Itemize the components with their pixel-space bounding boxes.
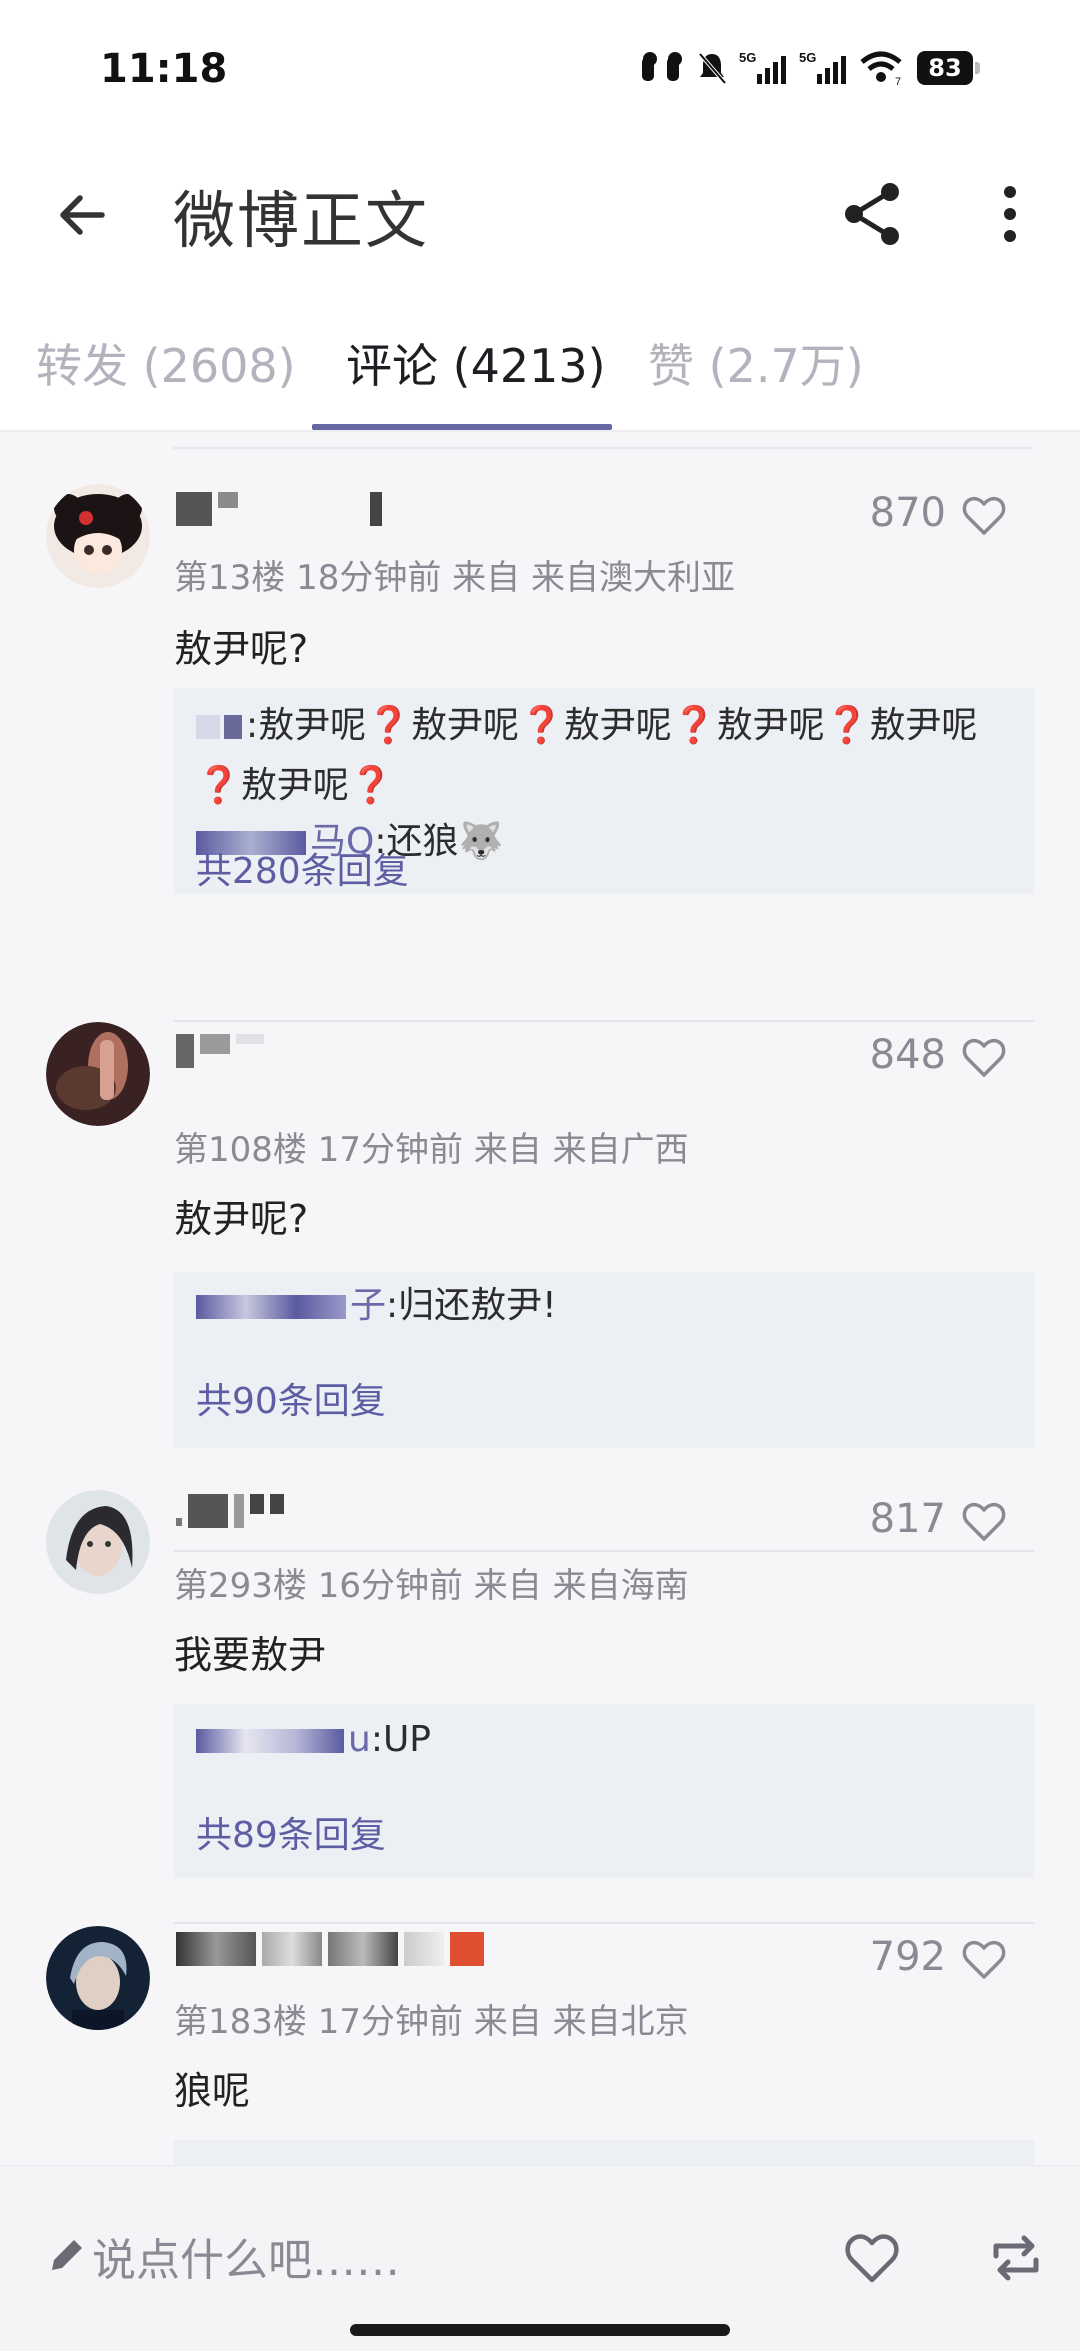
bell-muted-icon [698,52,727,85]
reply-username[interactable]: u [348,1719,371,1760]
post-time: 17分钟前 [317,1130,463,1170]
username-masked[interactable] [176,1932,484,1966]
avatar[interactable] [46,1022,150,1126]
reply-box[interactable]: u:UP 共89条回复 [174,1704,1034,1878]
reply-text: :UP [370,1719,432,1760]
reply-count-link[interactable]: 共280条回复 [196,842,409,894]
like-count: 848 [869,1032,946,1078]
svg-text:7: 7 [895,76,901,86]
location: 来自广西 [552,1130,689,1170]
comment-text: 狼呢 [174,2069,251,2113]
pencil-icon[interactable] [46,2236,86,2276]
comment-meta: 第293楼 16分钟前 来自 来自海南 [174,1558,689,1607]
post-time: 17分钟前 [317,2002,463,2042]
battery-icon: 83 [917,51,973,85]
username-masked[interactable] [176,1494,284,1528]
source-prefix: 来自 [473,1130,542,1170]
comment-meta: 第13楼 18分钟前 来自 来自澳大利亚 [174,550,735,599]
floor-number: 第293楼 [174,1566,307,1606]
divider [174,1550,1034,1552]
username-masked[interactable] [176,1034,264,1068]
bottom-bar: 说点什么吧…… [0,2165,1080,2351]
home-indicator [350,2324,730,2336]
avatar[interactable] [46,1926,150,2030]
heart-icon[interactable] [960,1936,1008,1984]
reply-count-link[interactable]: 共89条回复 [196,1806,386,1858]
avatar[interactable] [46,484,150,588]
more-vertical-icon[interactable] [980,178,1040,250]
heart-icon[interactable] [842,2228,902,2288]
page-title: 微博正文 [173,184,430,257]
divider [174,1020,1034,1022]
post-time: 16分钟前 [317,1566,463,1606]
reply-box[interactable]: 子:归还敖尹! 共90条回复 [174,1272,1034,1448]
floor-number: 第13楼 [174,558,286,598]
signal-icon-2: 5G [799,50,846,84]
tab-reposts[interactable]: 转发 (2608) [36,330,296,396]
earbuds-icon [642,52,682,81]
reply-text: :归还敖尹! [386,1285,557,1326]
comment-text: 敖尹呢? [174,1197,309,1241]
status-icons: 5G 5G 7 83 [639,48,980,88]
reply-item: :敖尹呢❓敖尹呢❓敖尹呢❓敖尹呢❓敖尹呢❓敖尹呢❓ [196,696,1016,816]
repost-icon[interactable] [986,2228,1046,2288]
tab-indicator [312,424,612,430]
location: 来自澳大利亚 [530,558,735,598]
status-bar: 11:18 5G 5G 7 83 [0,0,1080,140]
floor-number: 第108楼 [174,1130,307,1170]
tab-likes[interactable]: 赞 (2.7万) [648,330,864,396]
heart-icon[interactable] [960,492,1008,540]
reply-username-masked[interactable] [196,1729,344,1753]
comment-text: 我要敖尹 [174,1633,327,1677]
floor-number: 第183楼 [174,2002,307,2042]
reply-box[interactable]: :敖尹呢❓敖尹呢❓敖尹呢❓敖尹呢❓敖尹呢❓敖尹呢❓ 马Q:还狼🐺 共280条回复 [174,688,1034,894]
reply-username-masked[interactable] [224,715,242,739]
post-time: 18分钟前 [296,558,442,598]
heart-icon[interactable] [960,1498,1008,1546]
status-time: 11:18 [100,46,228,92]
location: 来自北京 [552,2002,689,2042]
reply-text: :敖尹呢❓敖尹呢❓敖尹呢❓敖尹呢❓敖尹呢❓敖尹呢❓ [196,705,978,806]
wifi-icon: 7 [860,51,902,86]
arrow-left-icon[interactable] [50,180,120,250]
location: 来自海南 [552,1566,689,1606]
source-prefix: 来自 [473,2002,542,2042]
share-icon[interactable] [838,178,910,250]
tab-bar: 转发 (2608) 评论 (4213) 赞 (2.7万) [0,290,1080,432]
signal-icon-1: 5G [739,50,786,84]
divider [173,447,1033,449]
reply-count-link[interactable]: 共90条回复 [196,1372,386,1424]
like-count: 792 [869,1934,946,1980]
like-count: 817 [869,1496,946,1542]
reply-item: u:UP [196,1710,1012,1770]
tab-comments[interactable]: 评论 (4213) [346,330,606,396]
comment-meta: 第183楼 17分钟前 来自 来自北京 [174,1994,689,2043]
comment-meta: 第108楼 17分钟前 来自 来自广西 [174,1122,689,1171]
source-prefix: 来自 [473,1566,542,1606]
comment-text: 敖尹呢? [174,627,309,671]
reply-username[interactable]: 子 [350,1285,386,1326]
heart-icon[interactable] [960,1034,1008,1082]
reply-item: 子:归还敖尹! [196,1276,1012,1336]
compose-input[interactable]: 说点什么吧…… [92,2224,400,2288]
app-bar: 微博正文 [0,140,1080,290]
divider [174,1922,1034,1924]
reply-username-masked[interactable] [196,715,220,739]
battery-tip [975,62,980,74]
like-count: 870 [869,490,946,536]
avatar[interactable] [46,1490,150,1594]
svg-text:5G: 5G [739,50,756,65]
reply-username-masked[interactable] [196,1295,346,1319]
username-masked[interactable] [176,492,382,526]
source-prefix: 来自 [452,558,521,598]
svg-text:5G: 5G [799,50,816,65]
